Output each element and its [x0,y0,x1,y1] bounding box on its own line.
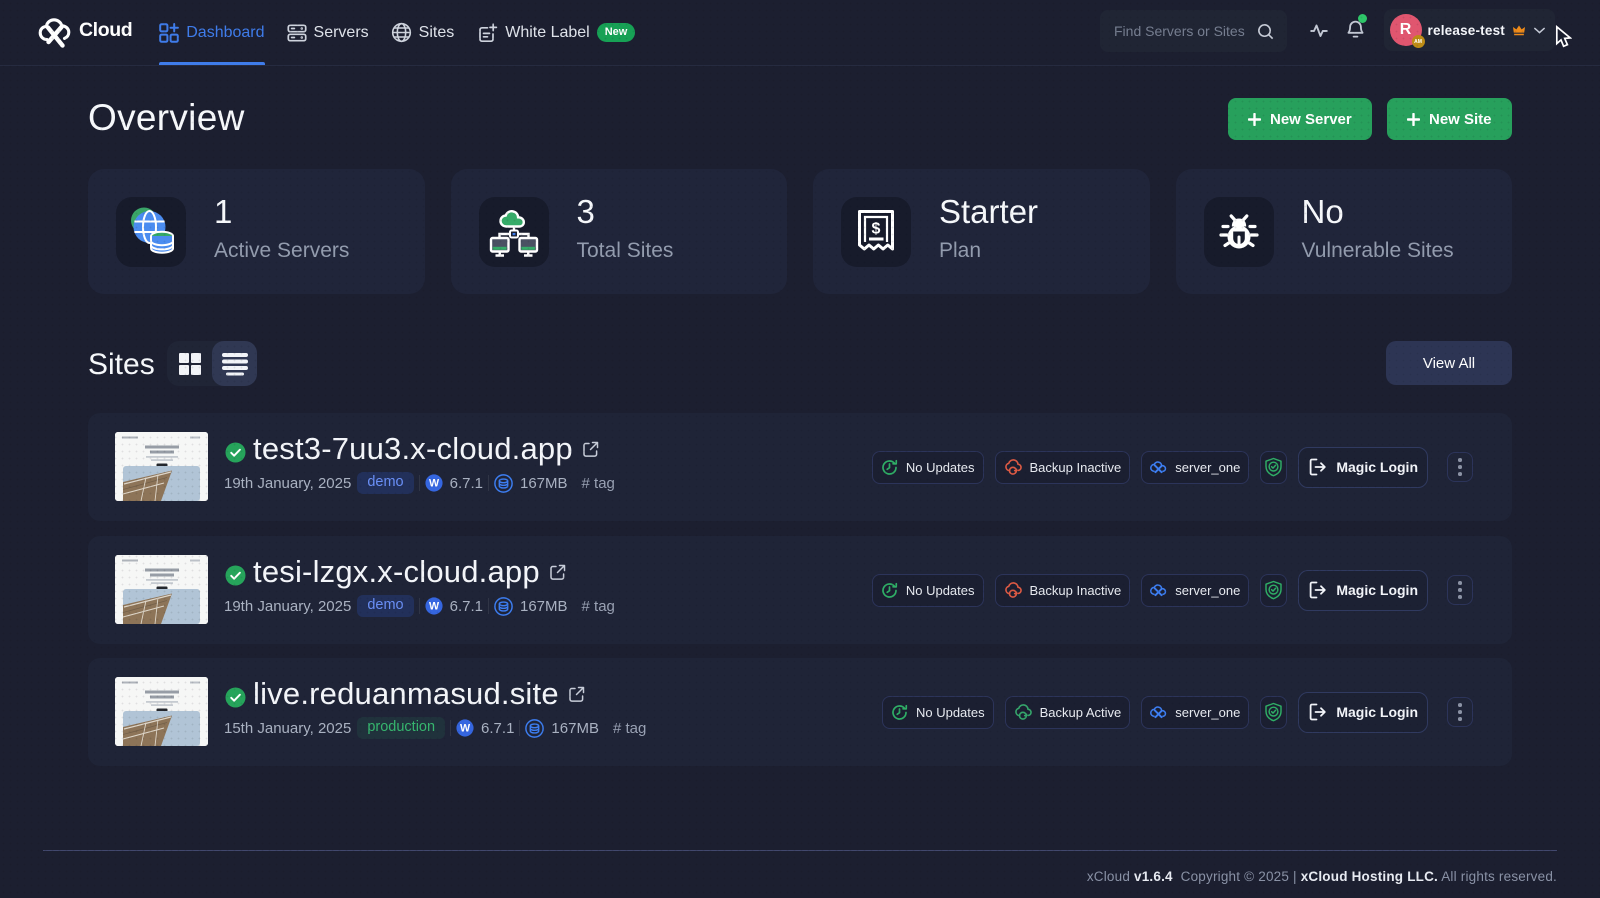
svg-text:$: $ [872,220,881,237]
svg-text:W: W [429,601,440,613]
svg-text:W: W [460,723,471,735]
svg-text:W: W [429,478,440,490]
